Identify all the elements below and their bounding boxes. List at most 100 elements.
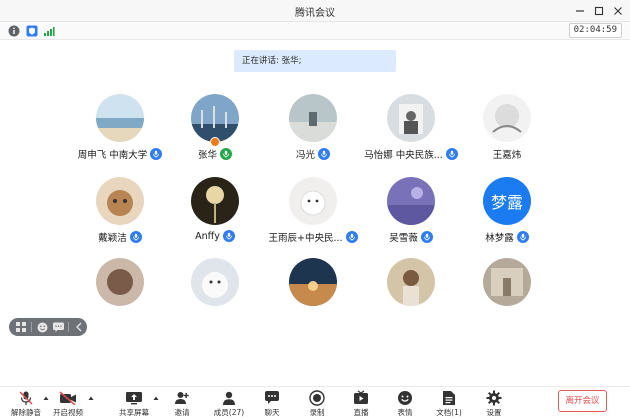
- mic-status-icon: [516, 231, 529, 243]
- members-label: 成员(27): [213, 408, 245, 417]
- participant-name: Anffy: [195, 230, 220, 242]
- meeting-timer: 02:04:59: [568, 23, 622, 38]
- participant-tile[interactable]: 王雨辰+中央民...: [258, 177, 368, 255]
- leave-meeting-button[interactable]: 离开会议: [558, 390, 607, 412]
- avatar: [387, 258, 435, 306]
- floatbar-divider: [31, 322, 32, 332]
- video-options-caret-icon[interactable]: [88, 395, 94, 401]
- avatar: [483, 94, 531, 142]
- info-bar: 02:04:59: [0, 22, 630, 40]
- participant-name: 张华: [197, 150, 217, 161]
- members-button[interactable]: 成员(27): [209, 389, 249, 419]
- window-title: 腾讯会议: [295, 8, 335, 19]
- participant-name: 周申飞 中南大学: [77, 150, 148, 161]
- record-label: 录制: [309, 408, 325, 417]
- chevron-left-icon: [76, 322, 82, 332]
- participant-tile[interactable]: 戴颖洁: [65, 177, 175, 255]
- gear-icon: [486, 390, 502, 405]
- participant-name-row: 戴颖洁: [65, 230, 175, 244]
- bottom-toolbar: 解除静音 开启视频 共享屏幕 邀请 成员(27) 聊天 录制 直播 表情 文档(…: [0, 386, 630, 420]
- camera-off-icon: [59, 390, 76, 405]
- participant-name: 吴雪薇: [389, 233, 418, 244]
- security-button[interactable]: [26, 25, 38, 37]
- start-video-label: 开启视频: [53, 408, 83, 417]
- record-icon: [309, 389, 325, 406]
- participant-tile[interactable]: 王嘉炜: [452, 94, 562, 172]
- speaking-indicator: 正在讲话: 张华;: [234, 50, 396, 72]
- floatbar-divider: [68, 322, 69, 332]
- participant-name-row: 王雨辰+中央民...: [258, 230, 368, 244]
- chat-bubble-button[interactable]: [52, 321, 64, 333]
- participant-tile[interactable]: Anffy: [160, 177, 270, 255]
- participant-tile[interactable]: [452, 258, 562, 336]
- participant-name: 林梦露: [485, 233, 514, 244]
- participant-name-row: 冯光: [258, 147, 368, 161]
- meeting-info-button[interactable]: [8, 25, 20, 37]
- settings-button[interactable]: 设置: [474, 389, 514, 419]
- network-status-button[interactable]: [43, 25, 55, 37]
- start-video-button[interactable]: 开启视频: [48, 389, 88, 419]
- collapse-button[interactable]: [73, 321, 85, 333]
- chat-button[interactable]: 聊天: [252, 389, 292, 419]
- reactions-label: 表情: [397, 408, 413, 417]
- invite-button[interactable]: 邀请: [162, 389, 202, 419]
- live-stream-button[interactable]: 直播: [341, 389, 381, 419]
- participant-tile[interactable]: 张华: [160, 94, 270, 172]
- share-screen-icon: [126, 391, 142, 404]
- participant-name: 王雨辰+中央民...: [268, 233, 343, 244]
- participant-tile[interactable]: [160, 258, 270, 336]
- smiley-icon: [37, 322, 47, 332]
- minimize-icon: [576, 10, 584, 12]
- participant-name: 冯光: [295, 150, 315, 161]
- mic-status-icon: [318, 148, 330, 160]
- participant-tile[interactable]: 冯光: [258, 94, 368, 172]
- avatar: [191, 258, 239, 306]
- participant-name: 戴颖洁: [98, 233, 127, 244]
- documents-label: 文档(1): [436, 408, 462, 417]
- close-button[interactable]: [610, 3, 626, 19]
- avatar: [191, 94, 239, 142]
- participant-tile[interactable]: 吴雪薇: [356, 177, 466, 255]
- title-bar: 腾讯会议: [0, 0, 630, 22]
- maximize-button[interactable]: [591, 3, 607, 19]
- live-stream-label: 直播: [353, 408, 369, 417]
- avatar: [96, 258, 144, 306]
- mic-status-icon: [129, 231, 142, 243]
- reaction-button[interactable]: [36, 321, 48, 333]
- participant-tile[interactable]: [258, 258, 368, 336]
- avatar: [387, 94, 435, 142]
- minimize-button[interactable]: [572, 3, 588, 19]
- grid-icon: [16, 322, 26, 332]
- share-options-caret-icon[interactable]: [153, 395, 159, 401]
- reactions-button[interactable]: 表情: [385, 389, 425, 419]
- avatar: [96, 94, 144, 142]
- document-icon: [443, 390, 455, 405]
- avatar: [289, 94, 337, 142]
- participant-tile[interactable]: 周申飞 中南大学: [65, 94, 175, 172]
- avatar: [387, 177, 435, 225]
- members-icon: [223, 391, 235, 405]
- unmute-label: 解除静音: [11, 408, 41, 417]
- unmute-button[interactable]: 解除静音: [6, 389, 46, 419]
- maximize-icon: [594, 6, 604, 16]
- participant-tile[interactable]: 梦露 林梦露: [452, 177, 562, 255]
- avatar: 梦露: [483, 177, 531, 225]
- share-screen-button[interactable]: 共享屏幕: [114, 389, 154, 419]
- documents-button[interactable]: 文档(1): [429, 389, 469, 419]
- avatar: [96, 177, 144, 225]
- avatar: [483, 258, 531, 306]
- grid-view-button[interactable]: [15, 321, 27, 333]
- settings-label: 设置: [486, 408, 502, 417]
- participant-tile[interactable]: 马怡娜 中央民族...: [356, 94, 466, 172]
- record-button[interactable]: 录制: [297, 389, 337, 419]
- mic-muted-icon: [19, 390, 33, 405]
- participant-name-row: 张华: [160, 147, 270, 161]
- participant-tile[interactable]: [356, 258, 466, 336]
- mic-status-icon: [220, 148, 232, 160]
- add-user-icon: [175, 391, 189, 404]
- chat-icon: [265, 391, 279, 404]
- live-stream-icon: [354, 390, 368, 404]
- signal-icon: [44, 27, 55, 36]
- participant-name-row: 周申飞 中南大学: [65, 147, 175, 161]
- host-badge-icon: [210, 137, 220, 147]
